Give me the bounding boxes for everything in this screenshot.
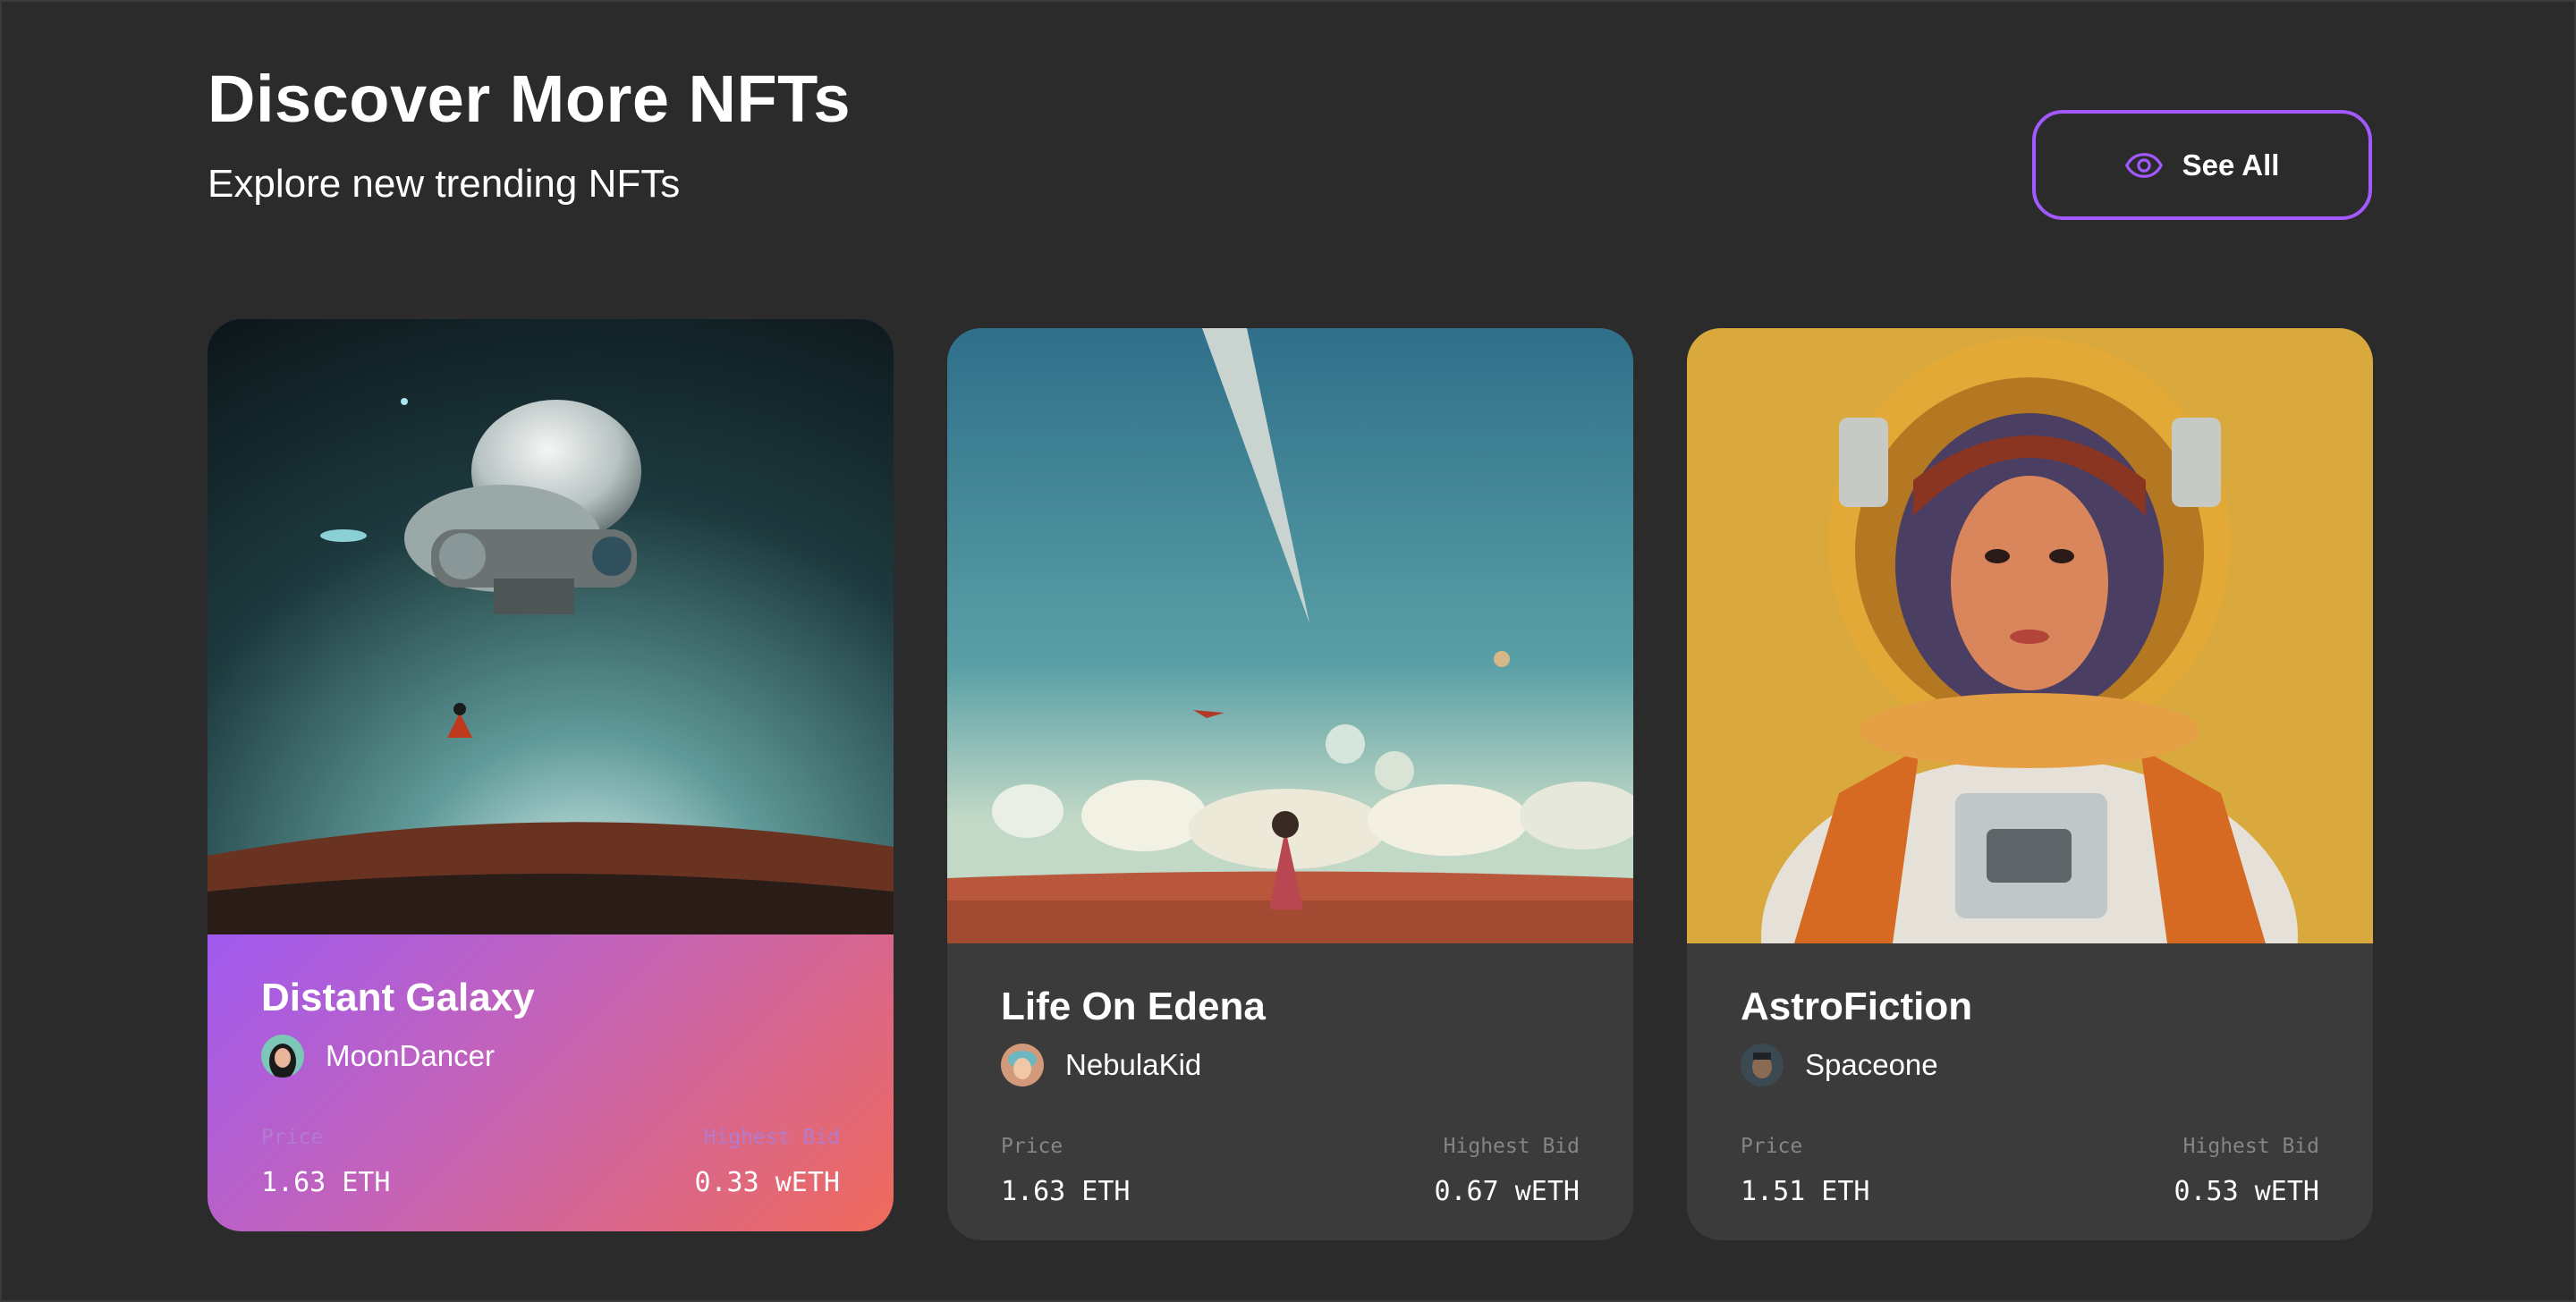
nft-artwork bbox=[208, 319, 894, 934]
bid-stat: Highest Bid 0.53 wETH bbox=[2174, 1133, 2319, 1210]
price-value: 1.63 ETH bbox=[1001, 1176, 1131, 1207]
nft-name[interactable]: Distant Galaxy bbox=[261, 974, 840, 1022]
nft-artwork bbox=[1687, 328, 2373, 943]
discover-section: Discover More NFTs Explore new trending … bbox=[0, 0, 2576, 1302]
price-stat: Price 1.63 ETH bbox=[1001, 1133, 1131, 1210]
artist-avatar bbox=[1001, 1044, 1044, 1086]
artist-name: MoonDancer bbox=[326, 1039, 495, 1072]
artist-avatar bbox=[1741, 1044, 1784, 1086]
bid-value: 0.53 wETH bbox=[2174, 1176, 2319, 1207]
see-all-label: See All bbox=[2182, 148, 2280, 182]
bid-value: 0.67 wETH bbox=[1434, 1176, 1580, 1207]
nft-name[interactable]: AstroFiction bbox=[1741, 983, 2319, 1031]
nft-info: AstroFiction Spaceone Price 1.51 ETH Hig… bbox=[1687, 943, 2373, 1240]
nft-name[interactable]: Life On Edena bbox=[1001, 983, 1580, 1031]
price-label: Price bbox=[1001, 1135, 1063, 1158]
bid-value: 0.33 wETH bbox=[694, 1167, 840, 1198]
section-subtitle: Explore new trending NFTs bbox=[208, 162, 681, 206]
bid-label: Highest Bid bbox=[703, 1126, 840, 1149]
artist-row[interactable]: NebulaKid bbox=[1001, 1044, 1580, 1086]
price-label: Price bbox=[1741, 1135, 1803, 1158]
price-value: 1.63 ETH bbox=[261, 1167, 391, 1198]
artist-name: NebulaKid bbox=[1065, 1048, 1202, 1081]
bid-label: Highest Bid bbox=[2182, 1135, 2319, 1158]
price-label: Price bbox=[261, 1126, 324, 1149]
eye-icon bbox=[2124, 152, 2163, 179]
nft-stats: Price 1.63 ETH Highest Bid 0.33 wETH bbox=[261, 1124, 840, 1201]
nft-card[interactable]: Life On Edena NebulaKid Price 1.63 ETH H… bbox=[947, 328, 1633, 1240]
section-header: Discover More NFTs Explore new trending … bbox=[208, 59, 851, 209]
nft-card[interactable]: Distant Galaxy MoonDancer Price 1.63 ETH bbox=[208, 319, 894, 1231]
price-value: 1.51 ETH bbox=[1741, 1176, 1870, 1207]
price-stat: Price 1.51 ETH bbox=[1741, 1133, 1870, 1210]
artist-name: Spaceone bbox=[1805, 1048, 1938, 1081]
nft-stats: Price 1.63 ETH Highest Bid 0.67 wETH bbox=[1001, 1133, 1580, 1210]
section-title: Discover More NFTs bbox=[208, 62, 852, 136]
nft-artwork bbox=[947, 328, 1633, 943]
artist-row[interactable]: Spaceone bbox=[1741, 1044, 2319, 1086]
see-all-button[interactable]: See All bbox=[2032, 110, 2372, 220]
price-stat: Price 1.63 ETH bbox=[261, 1124, 391, 1201]
nft-card[interactable]: AstroFiction Spaceone Price 1.51 ETH Hig… bbox=[1687, 328, 2373, 1240]
bid-stat: Highest Bid 0.33 wETH bbox=[694, 1124, 840, 1201]
artist-avatar bbox=[261, 1035, 304, 1078]
nft-info: Distant Galaxy MoonDancer Price 1.63 ETH bbox=[208, 934, 894, 1231]
bid-label: Highest Bid bbox=[1443, 1135, 1580, 1158]
bid-stat: Highest Bid 0.67 wETH bbox=[1434, 1133, 1580, 1210]
nft-stats: Price 1.51 ETH Highest Bid 0.53 wETH bbox=[1741, 1133, 2319, 1210]
nft-info: Life On Edena NebulaKid Price 1.63 ETH H… bbox=[947, 943, 1633, 1240]
artist-row[interactable]: MoonDancer bbox=[261, 1035, 840, 1078]
